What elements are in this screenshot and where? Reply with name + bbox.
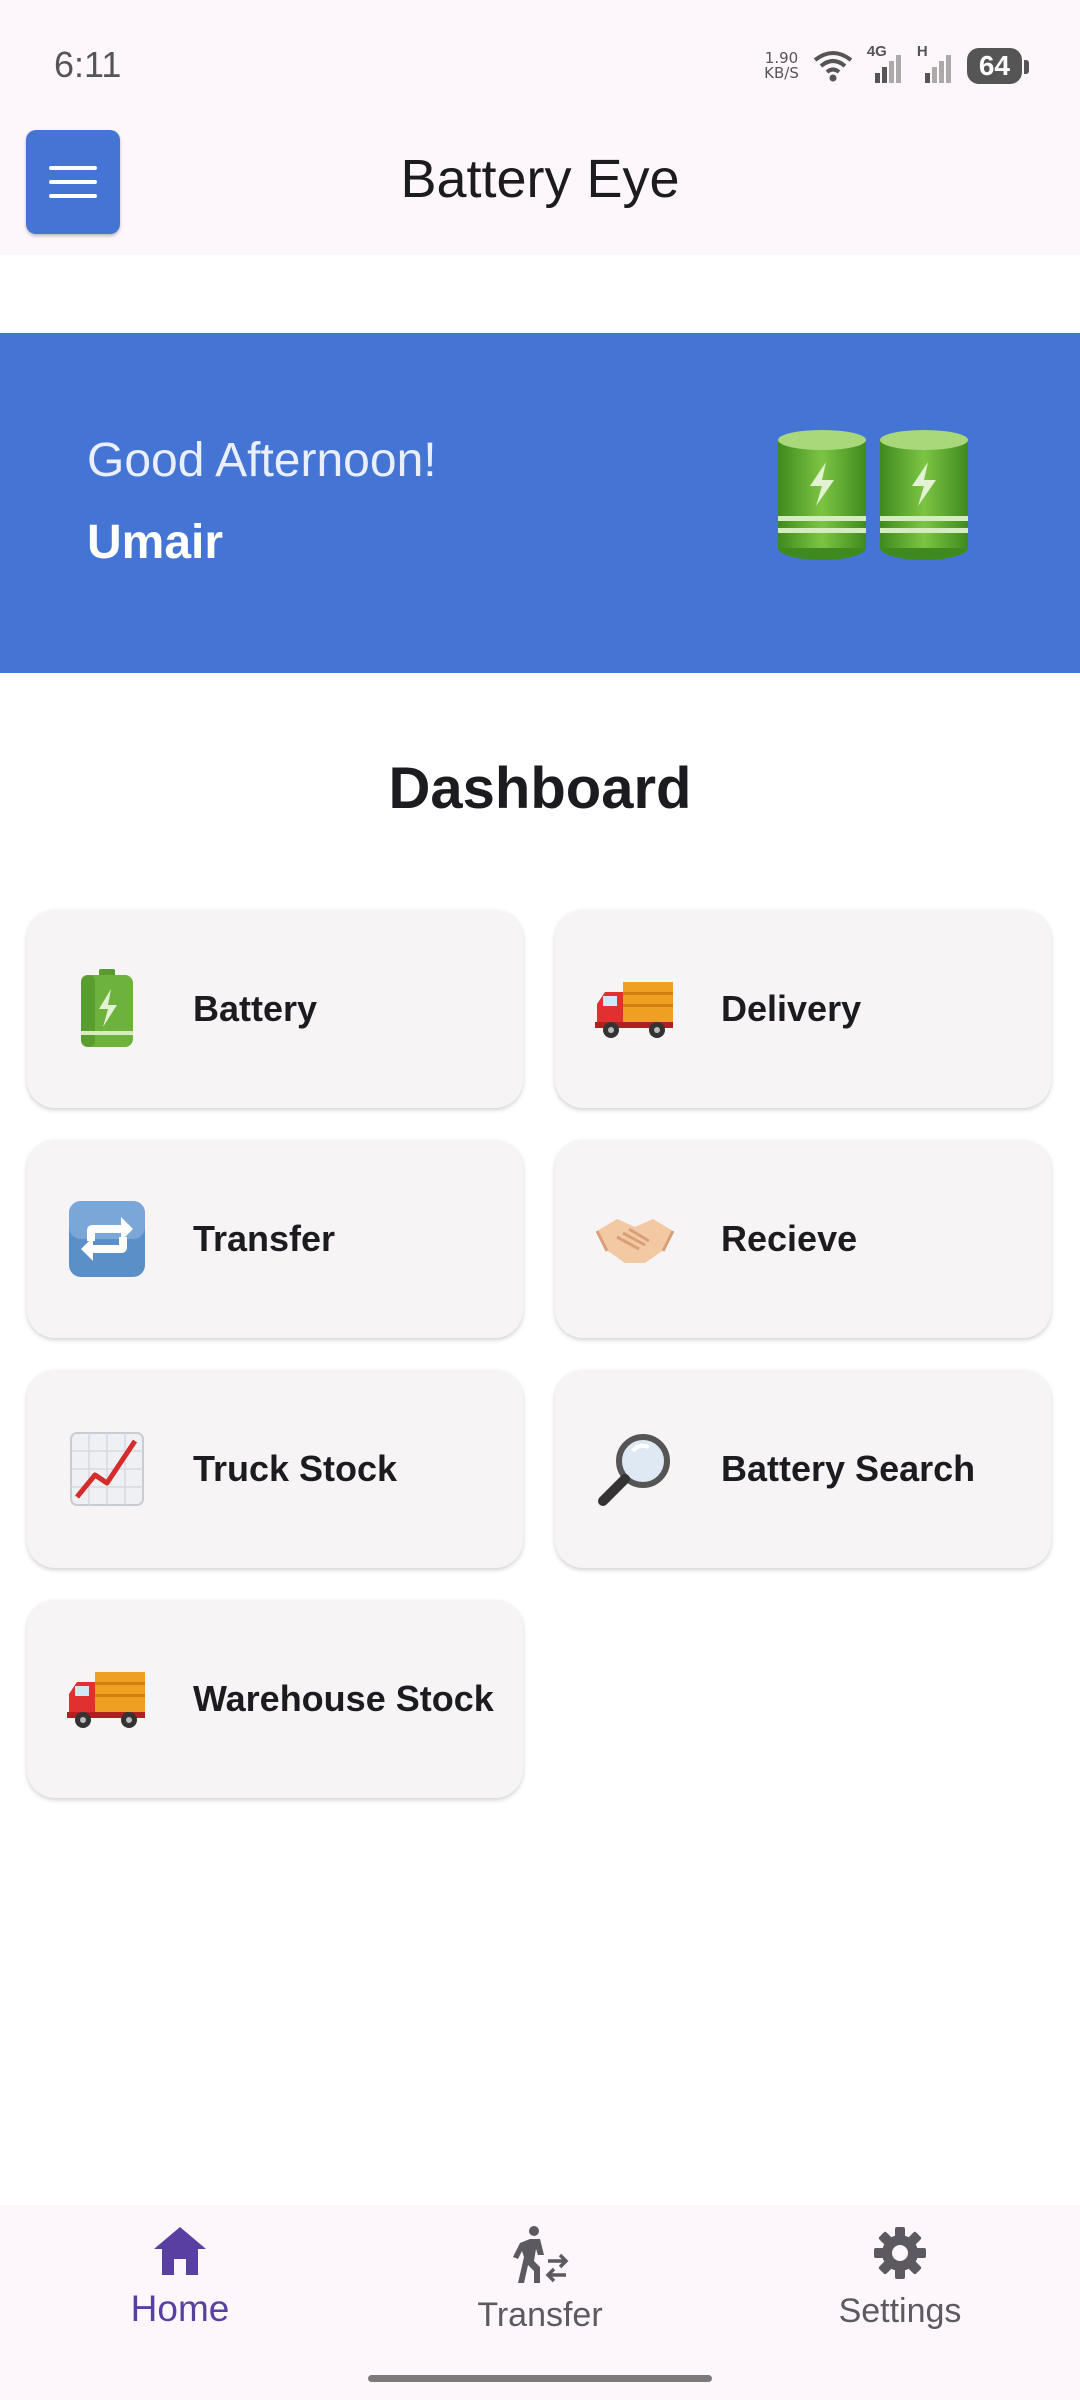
card-label: Transfer bbox=[193, 1218, 336, 1259]
battery-icon bbox=[880, 430, 968, 560]
transfer-card[interactable]: Transfer bbox=[27, 1140, 523, 1338]
bottom-navigation: Home Transfer Settings bbox=[0, 2205, 1080, 2400]
battery-card[interactable]: Battery bbox=[27, 910, 523, 1108]
nav-label: Transfer bbox=[477, 2296, 603, 2334]
wifi-icon bbox=[813, 51, 853, 82]
warehouse-stock-card[interactable]: Warehouse Stock bbox=[27, 1600, 523, 1798]
card-label: Truck Stock bbox=[193, 1448, 398, 1489]
magnifier-icon bbox=[595, 1429, 675, 1509]
nav-item-home[interactable]: Home bbox=[60, 2225, 300, 2330]
batteries-illustration bbox=[776, 428, 970, 562]
battery-level: 64 bbox=[966, 48, 1030, 84]
person-transfer-icon bbox=[513, 2226, 569, 2283]
username: Umair bbox=[87, 516, 224, 569]
greeting-text: Good Afternoon! bbox=[87, 434, 437, 487]
delivery-truck-icon bbox=[595, 969, 675, 1049]
status-icons: 1.90 KB/S 4G H 64 bbox=[764, 43, 1030, 84]
delivery-truck-icon bbox=[67, 1659, 147, 1739]
status-bar: 6:11 1.90 KB/S 4G H 64 bbox=[0, 0, 1080, 130]
signal-4g-icon: 4G bbox=[867, 43, 903, 83]
recieve-card[interactable]: Recieve bbox=[555, 1140, 1051, 1338]
gesture-home-indicator[interactable] bbox=[368, 2375, 712, 2382]
app-bar: Battery Eye bbox=[0, 130, 1080, 255]
home-icon bbox=[154, 2227, 206, 2275]
card-label: Recieve bbox=[721, 1218, 858, 1259]
card-label: Delivery bbox=[721, 988, 862, 1029]
truck-stock-card[interactable]: Truck Stock bbox=[27, 1370, 523, 1568]
transfer-arrows-icon bbox=[67, 1199, 147, 1279]
nav-label: Settings bbox=[838, 2292, 962, 2330]
handshake-icon bbox=[595, 1199, 675, 1279]
card-label: Warehouse Stock bbox=[193, 1678, 494, 1719]
battery-search-card[interactable]: Battery Search bbox=[555, 1370, 1051, 1568]
app-title: Battery Eye bbox=[400, 149, 680, 209]
nav-item-settings[interactable]: Settings bbox=[780, 2225, 1020, 2331]
battery-icon bbox=[67, 969, 147, 1049]
status-time: 6:11 bbox=[54, 44, 122, 85]
battery-icon bbox=[778, 430, 866, 560]
network-speed: 1.90 KB/S bbox=[764, 49, 799, 82]
greeting-banner: Good Afternoon! Umair bbox=[0, 333, 1080, 673]
nav-label: Home bbox=[130, 2288, 230, 2329]
gear-icon bbox=[874, 2227, 926, 2279]
nav-item-transfer[interactable]: Transfer bbox=[420, 2225, 660, 2335]
card-label: Battery bbox=[193, 988, 318, 1029]
dashboard-title: Dashboard bbox=[388, 756, 692, 821]
chart-increasing-icon bbox=[67, 1429, 147, 1509]
card-label: Battery Search bbox=[721, 1448, 976, 1489]
delivery-card[interactable]: Delivery bbox=[555, 910, 1051, 1108]
signal-h-icon: H bbox=[917, 43, 953, 83]
